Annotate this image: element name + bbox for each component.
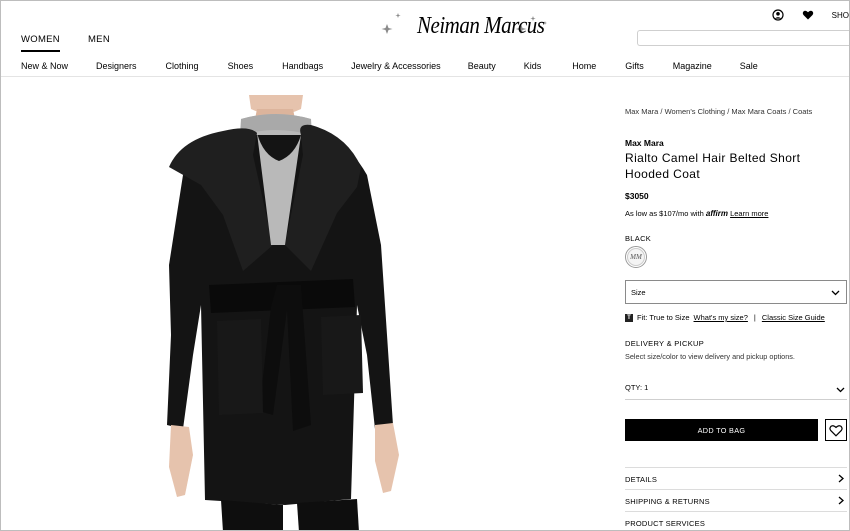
tab-men[interactable]: MEN: [88, 34, 110, 51]
quantity-select[interactable]: QTY: 1: [625, 383, 847, 400]
size-select-value: Size: [631, 287, 646, 297]
breadcrumb-item[interactable]: Max Mara Coats: [731, 107, 786, 116]
nav-item-kids[interactable]: Kids: [524, 61, 542, 71]
accordion-product-services[interactable]: PRODUCT SERVICES: [625, 511, 847, 530]
nav-item-beauty[interactable]: Beauty: [468, 61, 496, 71]
search-box: [637, 30, 849, 49]
logo-text: Neiman Marcus: [417, 11, 545, 39]
whats-my-size-link[interactable]: What's my size?: [694, 313, 748, 322]
affirm-logo: affirm: [705, 209, 728, 218]
swatch-logo: MM: [627, 248, 645, 266]
add-to-bag-button[interactable]: ADD TO BAG: [625, 419, 818, 441]
breadcrumb: Max Mara / Women's Clothing / Max Mara C…: [625, 107, 812, 116]
classic-size-guide-link[interactable]: Classic Size Guide: [762, 313, 825, 322]
logo[interactable]: Neiman Marcus: [377, 7, 551, 43]
heart-icon[interactable]: [802, 9, 814, 21]
breadcrumb-item[interactable]: Women's Clothing: [665, 107, 726, 116]
fit-info: T Fit: True to Size What's my size? | Cl…: [625, 313, 825, 322]
add-to-wishlist-button[interactable]: [825, 419, 847, 441]
designer-name[interactable]: Max Mara: [625, 138, 664, 148]
product-price: $3050: [625, 191, 649, 201]
heart-outline-icon: [829, 424, 843, 437]
nav-item-new-now[interactable]: New & Now: [21, 61, 68, 71]
chevron-down-icon: [831, 288, 840, 299]
breadcrumb-item[interactable]: Coats: [793, 107, 813, 116]
color-swatch-black[interactable]: MM: [625, 246, 647, 268]
shopping-bag-label[interactable]: SHO: [832, 11, 849, 20]
delivery-title: DELIVERY & PICKUP: [625, 339, 705, 348]
fit-text: Fit: True to Size: [637, 313, 690, 322]
nav-item-gifts[interactable]: Gifts: [625, 61, 644, 71]
category-nav: New & Now Designers Clothing Shoes Handb…: [21, 61, 758, 71]
nav-item-shoes[interactable]: Shoes: [228, 61, 254, 71]
affirm-financing: As low as $107/mo with affirm Learn more: [625, 209, 768, 218]
gender-tabs: WOMEN MEN: [21, 34, 110, 52]
chevron-right-icon: [837, 496, 845, 507]
nav-item-magazine[interactable]: Magazine: [673, 61, 712, 71]
accordion-label: PRODUCT SERVICES: [625, 519, 706, 528]
product-title: Rialto Camel Hair Belted Short Hooded Co…: [625, 151, 801, 181]
breadcrumb-item[interactable]: Max Mara: [625, 107, 658, 116]
accordion-shipping-returns[interactable]: SHIPPING & RETURNS: [625, 489, 847, 512]
nav-item-jewelry[interactable]: Jewelry & Accessories: [351, 61, 441, 71]
product-image[interactable]: [161, 95, 419, 531]
accordion-label: SHIPPING & RETURNS: [625, 497, 710, 506]
quantity-value: QTY: 1: [625, 383, 649, 392]
nav-divider: [1, 76, 849, 77]
color-label: BLACK: [625, 234, 652, 243]
search-input[interactable]: [638, 33, 849, 49]
size-select[interactable]: Size: [625, 280, 847, 304]
fit-icon: T: [625, 313, 633, 322]
nav-item-handbags[interactable]: Handbags: [282, 61, 323, 71]
nav-item-sale[interactable]: Sale: [740, 61, 758, 71]
accordion-details[interactable]: DETAILS: [625, 467, 847, 490]
account-icon[interactable]: [772, 9, 784, 21]
chevron-right-icon: [837, 474, 845, 485]
affirm-text: As low as $107/mo with: [625, 209, 704, 218]
delivery-text: Select size/color to view delivery and p…: [625, 352, 795, 361]
affirm-learn-more-link[interactable]: Learn more: [730, 209, 768, 218]
nav-item-designers[interactable]: Designers: [96, 61, 137, 71]
page: WOMEN MEN Neiman Marcus SHO New & Now De…: [0, 0, 850, 531]
chevron-down-icon: [836, 385, 845, 396]
fit-separator: |: [753, 313, 756, 322]
tab-women[interactable]: WOMEN: [21, 34, 60, 52]
accordion-label: DETAILS: [625, 475, 658, 484]
nav-item-home[interactable]: Home: [572, 61, 596, 71]
nav-item-clothing[interactable]: Clothing: [166, 61, 199, 71]
header-icons: SHO: [772, 9, 849, 21]
